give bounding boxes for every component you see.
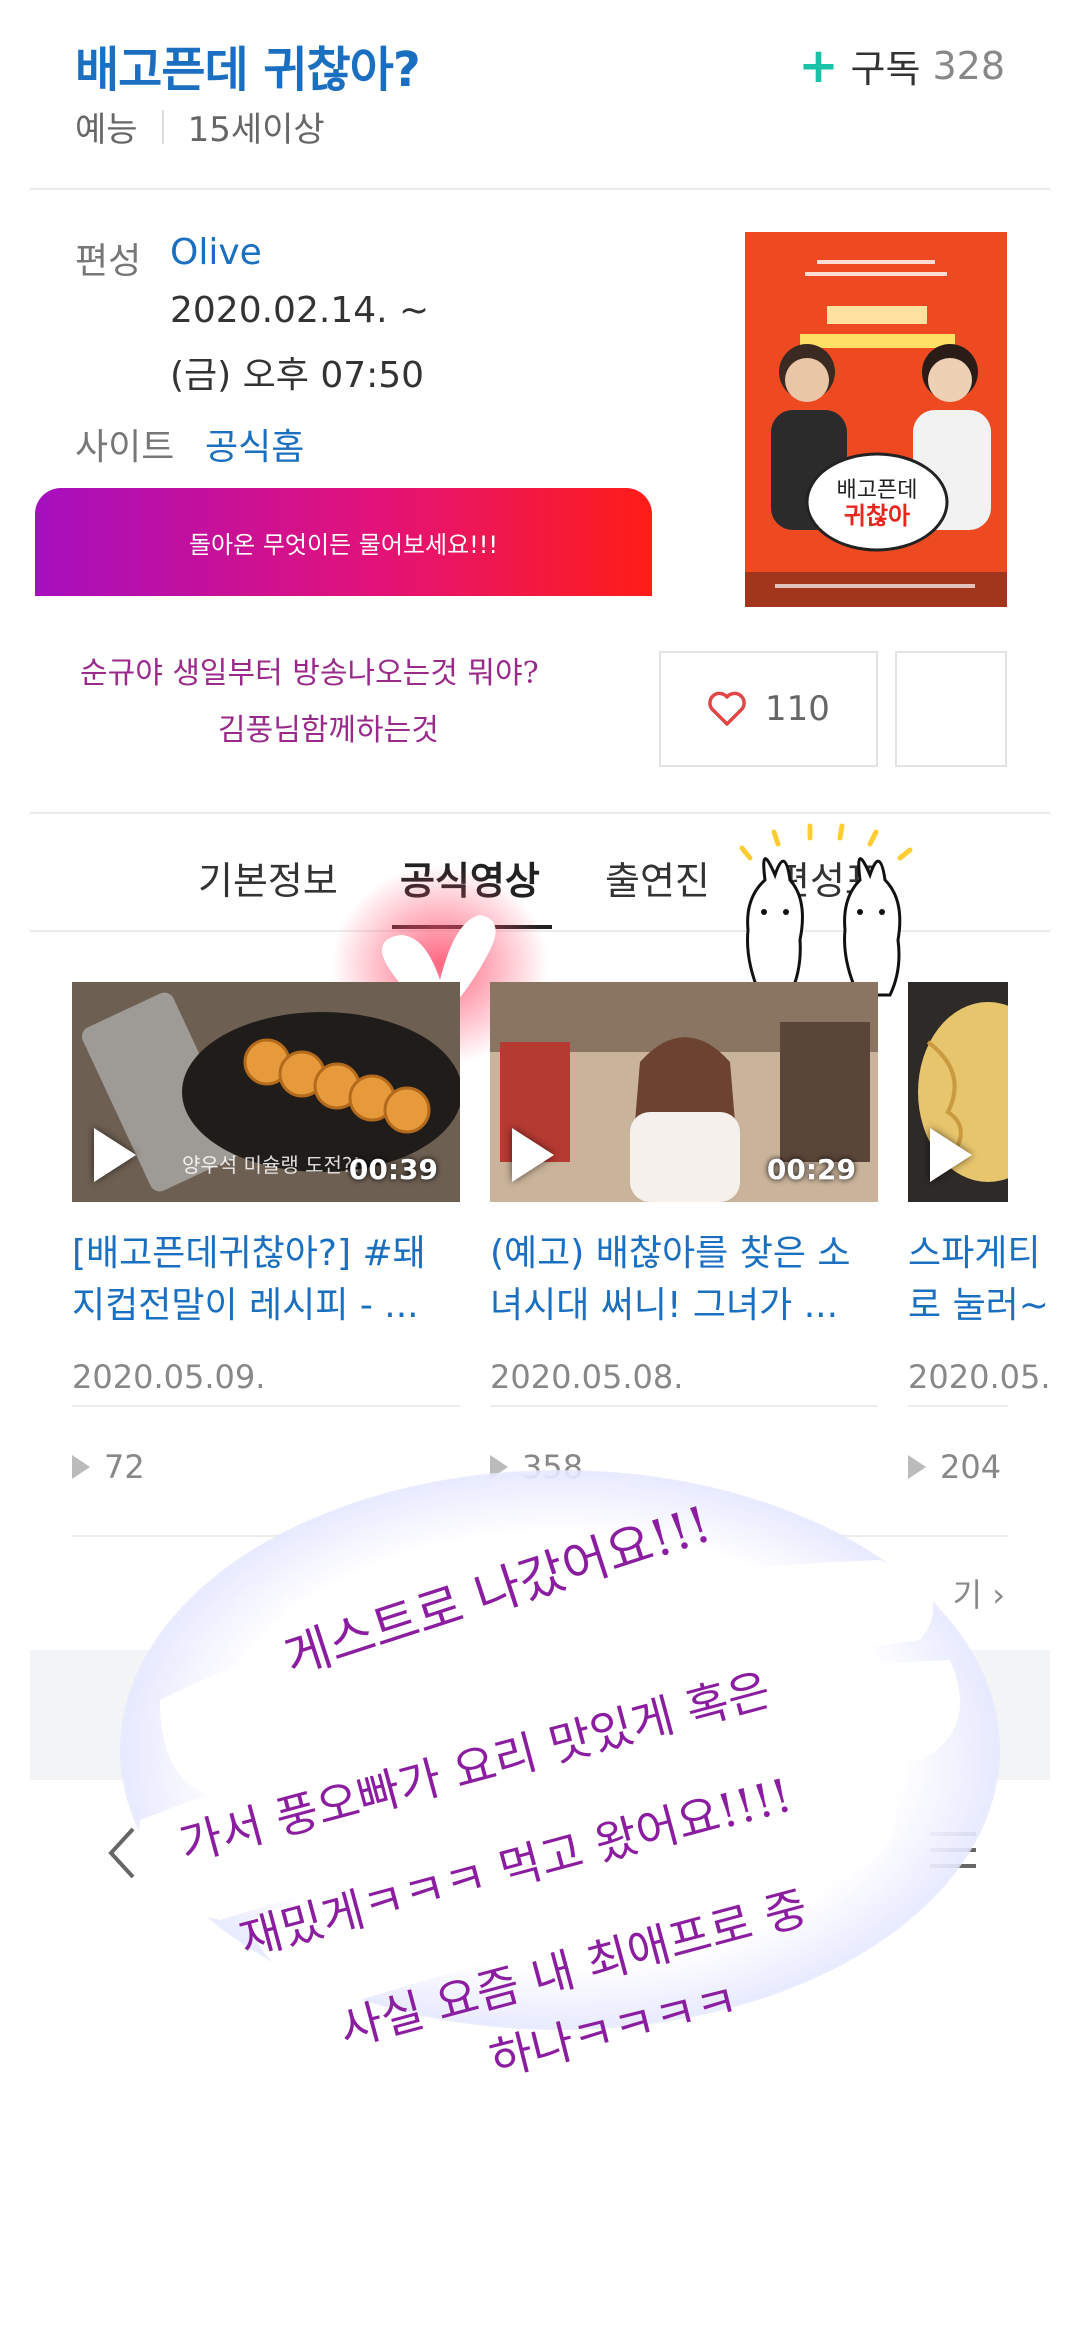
video-title-line: (예고) 배찮아를 찾은 소 — [490, 1233, 851, 1274]
divider — [30, 188, 1050, 190]
age-rating: 15세이상 — [187, 110, 325, 150]
site-label: 사이트 — [75, 427, 175, 468]
video-thumbnail[interactable]: 00:29 — [490, 982, 878, 1202]
play-icon — [94, 1128, 136, 1182]
view-count-value: 204 — [940, 1448, 1002, 1486]
channel-link[interactable]: Olive — [170, 232, 262, 273]
official-home-link[interactable]: 공식홈 — [205, 418, 304, 470]
video-title-line: 스파게티 — [908, 1233, 1041, 1274]
divider — [490, 1405, 878, 1407]
video-thumbnail[interactable]: 양우석 미슐랭 도전?! 00:39 — [72, 982, 460, 1202]
divider — [908, 1405, 1008, 1407]
poster-art: 배고픈데 귀찮아 — [745, 232, 1007, 607]
handwritten-note-line1: 순규야 생일부터 방송나오는것 뭐야? — [80, 656, 539, 691]
schedule-dates: 2020.02.14. ~ — [170, 290, 430, 331]
subscribe-label: 구독 — [850, 47, 921, 91]
video-title[interactable]: 스파게티 로 눌러~ — [908, 1228, 1080, 1332]
play-icon — [930, 1128, 972, 1182]
view-count-value: 72 — [104, 1448, 145, 1486]
svg-text:배고픈데: 배고픈데 — [837, 478, 918, 503]
genre: 예능 — [75, 110, 138, 150]
broadcast-label: 편성 — [75, 241, 142, 282]
video-thumbnail[interactable] — [908, 982, 1008, 1202]
divider — [161, 109, 164, 144]
video-date: 2020.05. — [908, 1358, 1051, 1396]
video-duration: 00:39 — [348, 1153, 438, 1186]
svg-text:귀찮아: 귀찮아 — [844, 502, 910, 530]
video-date: 2020.05.08. — [490, 1358, 684, 1396]
video-title-line: 녀시대 써니! 그녀가 ... — [490, 1285, 839, 1326]
video-title-line: [배고픈데귀찮아?] #돼 — [72, 1233, 426, 1274]
view-count: 72 — [72, 1448, 145, 1486]
subscribe-count: 328 — [932, 43, 1005, 88]
play-count-icon — [72, 1455, 90, 1479]
tab-basic-info[interactable]: 기본정보 — [198, 850, 338, 905]
handwritten-note-line2: 김풍님함께하는것 — [218, 713, 439, 748]
subscribe-button[interactable]: + 구독 328 — [798, 38, 1005, 93]
video-title[interactable]: (예고) 배찮아를 찾은 소 녀시대 써니! 그녀가 ... — [490, 1228, 870, 1332]
svg-text:양우석 미슐랭 도전?!: 양우석 미슐랭 도전?! — [182, 1153, 361, 1177]
video-title[interactable]: [배고픈데귀찮아?] #돼 지컵전말이 레시피 - ... — [72, 1228, 452, 1332]
video-title-line: 로 눌러~ — [908, 1285, 1049, 1326]
video-duration: 00:29 — [766, 1153, 856, 1186]
view-count: 204 — [908, 1448, 1001, 1486]
plus-icon: + — [798, 37, 839, 94]
event-banner[interactable]: 돌아온 무엇이든 물어보세요!!! — [35, 488, 652, 596]
page-title: 배고픈데 귀찮아? — [75, 42, 421, 98]
video-title-line: 지컵전말이 레시피 - ... — [72, 1285, 419, 1326]
play-count-icon — [908, 1455, 926, 1479]
divider — [72, 1405, 460, 1407]
schedule-time: (금) 오후 07:50 — [170, 355, 425, 396]
like-count: 110 — [765, 689, 830, 729]
tab-cast[interactable]: 출연진 — [605, 850, 710, 905]
divider — [30, 812, 1050, 814]
program-poster[interactable]: 배고픈데 귀찮아 — [745, 232, 1007, 607]
share-button[interactable] — [895, 651, 1007, 767]
video-date: 2020.05.09. — [72, 1358, 266, 1396]
play-icon — [512, 1128, 554, 1182]
heart-icon — [708, 691, 746, 726]
like-button[interactable]: 110 — [659, 651, 878, 767]
program-meta: 예능 15세이상 — [75, 102, 325, 151]
